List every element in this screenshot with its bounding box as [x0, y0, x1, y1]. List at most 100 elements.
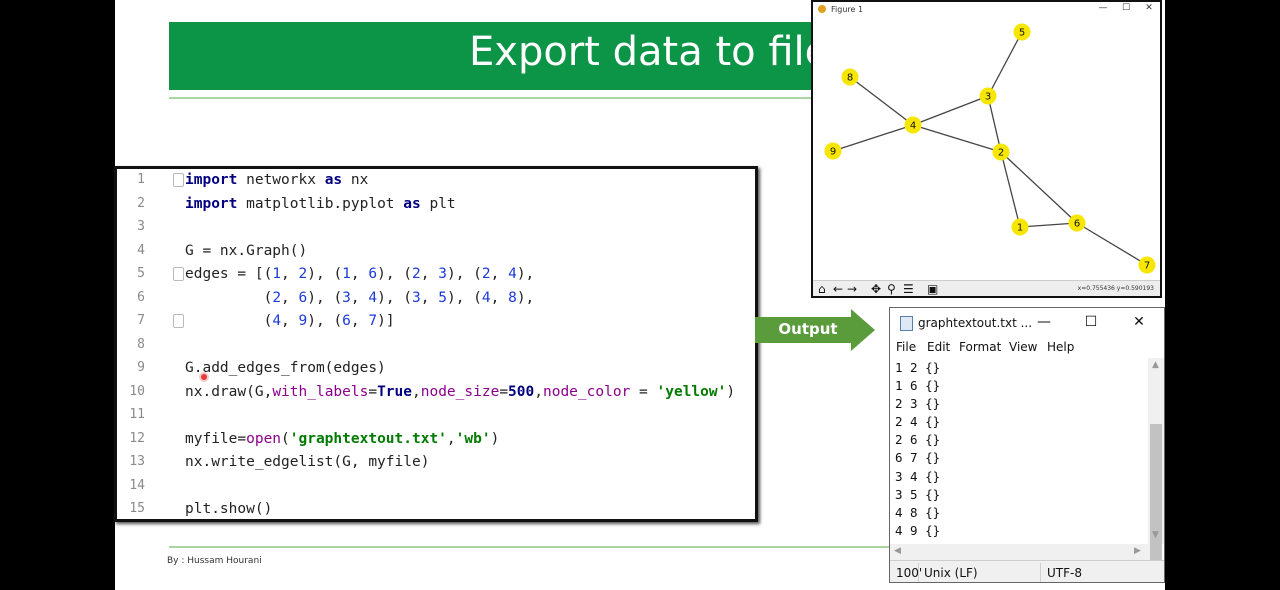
code-line[interactable]: 3	[117, 216, 755, 240]
graph-node-label: 2	[998, 148, 1004, 159]
code-text: edges = [(1, 2), (1, 6), (2, 3), (2, 4),	[185, 263, 534, 285]
maximize-icon[interactable]: ☐	[1079, 312, 1103, 332]
code-token: myfile=	[185, 430, 247, 447]
scroll-up-icon[interactable]: ▲	[1152, 360, 1159, 370]
pan-icon[interactable]: ✥	[871, 282, 881, 296]
code-token: ,	[281, 289, 299, 306]
code-line[interactable]: 10 nx.draw(G,with_labels=True,node_size=5…	[117, 381, 755, 405]
graph-canvas[interactable]: 5 8 3 4 9 2 6 1 7	[813, 18, 1160, 280]
code-token: 2	[298, 266, 308, 282]
scroll-right-icon[interactable]: ▶	[1134, 546, 1141, 556]
notepad-titlebar[interactable]: graphtextout.txt ... — ☐ ✕	[890, 308, 1164, 338]
code-line[interactable]: 5 edges = [(1, 2), (1, 6), (2, 3), (2, 4)…	[117, 263, 755, 287]
configure-subplots-icon[interactable]: ☰	[903, 282, 914, 296]
text-line: 2 4 {}	[895, 414, 941, 430]
code-token: 2	[481, 266, 491, 282]
code-token: plt	[420, 195, 456, 212]
text-line: 4 9 {}	[895, 522, 941, 538]
output-label: Output	[778, 320, 838, 338]
line-number: 1	[137, 172, 145, 187]
mouse-cursor	[201, 374, 207, 380]
fold-marker-icon[interactable]	[173, 173, 184, 187]
menu-help[interactable]: Help	[1047, 340, 1074, 354]
code-text: (4, 9), (6, 7)]	[185, 310, 395, 332]
code-line[interactable]: 13 nx.write_edgelist(G, myfile)	[117, 451, 755, 475]
code-token: 'wb'	[455, 430, 491, 447]
minimize-icon[interactable]: —	[1096, 3, 1110, 13]
code-token: 8	[508, 289, 517, 306]
scroll-down-icon[interactable]: ▼	[1152, 530, 1159, 540]
code-token: edges = [(	[185, 266, 273, 282]
figure-titlebar[interactable]: Figure 1 — ☐ ✕	[813, 2, 1160, 18]
code-text: myfile=open('graphtextout.txt','wb')	[185, 428, 499, 450]
code-token: )]	[377, 313, 395, 329]
code-token: (	[185, 289, 273, 306]
close-icon[interactable]: ✕	[1142, 3, 1156, 13]
status-divider	[918, 563, 919, 582]
code-editor[interactable]: 1 import networkx as nx 2 import matplotlib…	[114, 166, 758, 522]
fold-marker-icon[interactable]	[173, 314, 184, 328]
code-token: 3	[342, 289, 351, 306]
code-token: (	[281, 430, 290, 447]
status-encoding: UTF-8	[1047, 566, 1082, 580]
code-token: networkx	[237, 172, 325, 188]
code-token: 1	[342, 266, 351, 282]
code-line[interactable]: 6 (2, 6), (3, 4), (3, 5), (4, 8),	[117, 287, 755, 311]
code-line[interactable]: 2 import matplotlib.pyplot as plt	[117, 193, 755, 217]
menu-view[interactable]: View	[1009, 340, 1037, 354]
minimize-icon[interactable]: —	[1032, 312, 1056, 332]
code-token: with_labels	[272, 383, 369, 400]
code-token: 9	[298, 313, 308, 329]
fold-marker-icon[interactable]	[173, 267, 184, 281]
horizontal-scrollbar[interactable]: ◀ ▶	[890, 544, 1150, 560]
close-icon[interactable]: ✕	[1127, 312, 1151, 332]
forward-icon[interactable]: →	[847, 282, 857, 296]
menu-file[interactable]: File	[896, 340, 916, 354]
zoom-icon[interactable]: ⚲	[887, 282, 896, 296]
code-line[interactable]: 15 plt.show()	[117, 498, 755, 519]
code-line[interactable]: 8	[117, 334, 755, 358]
code-line[interactable]: 11	[117, 404, 755, 428]
line-number: 7	[137, 313, 145, 328]
code-token: 3	[438, 266, 447, 282]
line-number: 9	[137, 360, 145, 375]
code-token: open	[246, 430, 282, 447]
code-line[interactable]: 7 (4, 9), (6, 7)]	[117, 310, 755, 334]
code-token: 5	[438, 289, 447, 306]
code-text: nx.write_edgelist(G, myfile)	[185, 451, 429, 473]
graph-node-label: 8	[847, 73, 853, 84]
status-divider	[1040, 563, 1041, 582]
code-token: ), (	[307, 266, 343, 282]
maximize-icon[interactable]: ☐	[1119, 3, 1133, 13]
scroll-left-icon[interactable]: ◀	[894, 546, 901, 556]
code-line[interactable]: 12 myfile=open('graphtextout.txt','wb')	[117, 428, 755, 452]
menu-edit[interactable]: Edit	[927, 340, 950, 354]
code-token: 6	[298, 289, 308, 306]
code-token: as	[403, 195, 421, 212]
code-line[interactable]: 9 G.add_edges_from(edges)	[117, 357, 755, 381]
notepad-title: graphtextout.txt ...	[918, 316, 1033, 330]
vertical-scrollbar[interactable]: ▲ ▼	[1148, 358, 1164, 560]
text-line: 3 5 {}	[895, 486, 941, 502]
code-token: G = nx.Graph()	[185, 242, 308, 259]
save-icon[interactable]: ▣	[927, 282, 938, 296]
graph-node-label: 9	[830, 147, 836, 158]
code-line[interactable]: 1 import networkx as nx	[117, 169, 755, 193]
back-icon[interactable]: ←	[833, 282, 843, 296]
menu-format[interactable]: Format	[959, 340, 1001, 354]
notepad-icon	[900, 316, 913, 331]
figure-window[interactable]: Figure 1 — ☐ ✕ 5 8 3 4 9 2 6 1 7 ⌂ ← → ✥ ⚲ ☰ ▣ x…	[811, 0, 1162, 298]
home-icon[interactable]: ⌂	[818, 282, 826, 296]
notepad-window[interactable]: graphtextout.txt ... — ☐ ✕ File Edit For…	[889, 307, 1165, 583]
code-token: ), (	[446, 266, 482, 282]
graph-node-label: 1	[1017, 223, 1023, 234]
code-line[interactable]: 4 G = nx.Graph()	[117, 240, 755, 264]
line-number: 8	[137, 336, 145, 352]
notepad-text-area[interactable]: 1 2 {} 1 6 {} 2 3 {} 2 4 {} 2 6 {} 6 7 {} 3 4 …	[895, 359, 1145, 539]
code-line[interactable]: 14	[117, 475, 755, 499]
code-token: ,	[534, 383, 543, 400]
edge-1-2	[1000, 151, 1021, 228]
code-token: ,	[281, 266, 299, 282]
edge-3-5	[987, 31, 1023, 97]
edge-1-6	[1019, 222, 1078, 228]
